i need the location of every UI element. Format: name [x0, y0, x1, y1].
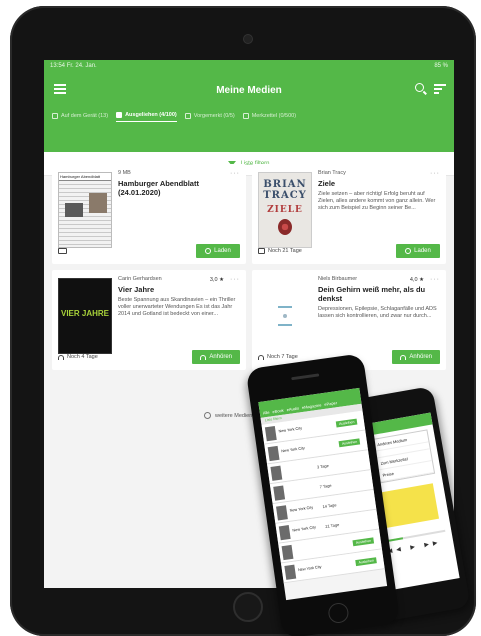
- more-options-icon[interactable]: ···: [230, 276, 240, 283]
- calendar-icon: [258, 248, 265, 254]
- phone-tab[interactable]: ePaper: [324, 400, 337, 407]
- media-grid: Hamburger Abendblatt 9 MB ··· Hamburger A…: [52, 164, 446, 370]
- more-options-icon[interactable]: ···: [430, 276, 440, 283]
- listen-button[interactable]: Anhören: [192, 350, 240, 364]
- media-description: Ziele setzen – aber richtig! Erfolg beru…: [318, 191, 436, 211]
- media-description: Depressionen, Epilepsie, Schlaganfälle u…: [318, 306, 437, 319]
- sort-icon[interactable]: [434, 84, 446, 94]
- tab-watchlist[interactable]: Merkzettel (0/500): [242, 112, 296, 122]
- media-title: Ziele: [318, 179, 336, 188]
- download-icon: [405, 248, 412, 254]
- phone-home-button[interactable]: [327, 601, 350, 625]
- camera-icon: [243, 34, 253, 44]
- tab-borrowed[interactable]: Ausgeliehen (4/100): [116, 112, 177, 122]
- media-card[interactable]: BRIAN TRACY ZIELE Brian Tracy ··· Ziele Z…: [252, 164, 446, 264]
- headphones-icon: [200, 354, 207, 360]
- clock-icon: [184, 112, 191, 119]
- rating: 4,0 ★: [409, 277, 424, 283]
- author: Carin Gerhardsen: [118, 276, 162, 282]
- bookmark-icon: [116, 112, 123, 118]
- headphones-icon: [400, 354, 407, 360]
- more-media-link[interactable]: weitere Medien hi: [204, 412, 258, 419]
- headphones-icon: [58, 354, 64, 360]
- app-header: 13:54 Fr. 24. Jan. 85 % Meine Medien Auf…: [44, 60, 454, 152]
- book-cover: BRIAN TRACY ZIELE: [258, 172, 312, 248]
- home-button[interactable]: [233, 592, 263, 622]
- load-button[interactable]: Laden: [396, 244, 440, 258]
- tab-on-device[interactable]: Auf dem Gerät (13): [52, 112, 108, 122]
- phone-tab[interactable]: eAudio: [286, 406, 299, 413]
- tab-bar: Auf dem Gerät (13) Ausgeliehen (4/100) V…: [44, 106, 454, 128]
- status-battery: 85 %: [434, 63, 448, 69]
- tab-reserved[interactable]: Vorgemerkt (0/5): [184, 112, 235, 122]
- phone-screen: Alle eBook eAudio eMagazine ePaper Liste…: [258, 387, 388, 601]
- headphones-icon: [258, 354, 264, 360]
- media-description: Beste Spannung aus Skandinavien – ein Th…: [118, 297, 236, 317]
- status-time: 13:54 Fr. 24. Jan.: [50, 63, 97, 69]
- media-title: Vier Jahre: [118, 285, 155, 294]
- file-size: 9 MB: [118, 170, 131, 176]
- media-card[interactable]: VIER JAHRE Carin Gerhardsen 3,0 ★ ··· Vier…: [52, 270, 246, 370]
- device-icon: [52, 112, 58, 119]
- author: Brian Tracy: [318, 170, 346, 176]
- audiobook-cover: [258, 278, 312, 354]
- phone-tab[interactable]: Alle: [263, 410, 270, 416]
- hamburger-menu-icon[interactable]: [54, 84, 66, 94]
- author: Niels Birbaumer: [318, 276, 358, 282]
- media-card[interactable]: Hamburger Abendblatt 9 MB ··· Hamburger A…: [52, 164, 246, 264]
- status-bar: 13:54 Fr. 24. Jan. 85 %: [44, 60, 454, 74]
- speaker-icon: [291, 373, 320, 381]
- title-bar: Meine Medien: [44, 74, 454, 106]
- media-title: Hamburger Abendblatt (24.01.2020): [118, 179, 199, 197]
- newspaper-cover: Hamburger Abendblatt: [58, 172, 112, 248]
- loan-remaining: Noch 7 Tage: [267, 354, 298, 360]
- phone-tab[interactable]: eBook: [272, 408, 284, 415]
- download-icon: [205, 248, 212, 254]
- more-options-icon[interactable]: ···: [230, 170, 240, 177]
- rating: 3,0 ★: [209, 277, 224, 283]
- open-book-icon[interactable]: [58, 248, 67, 254]
- app-scene: 13:54 Fr. 24. Jan. 85 % Meine Medien Auf…: [0, 0, 481, 636]
- more-options-icon[interactable]: ···: [430, 170, 440, 177]
- note-icon: [242, 112, 249, 119]
- search-icon[interactable]: [415, 83, 424, 92]
- loan-remaining: Noch 4 Tage: [67, 354, 98, 360]
- page-title: Meine Medien: [216, 84, 282, 96]
- audiobook-cover: VIER JAHRE: [58, 278, 112, 354]
- loan-remaining: Noch 21 Tage: [268, 248, 302, 254]
- listen-button[interactable]: Anhören: [392, 350, 440, 364]
- media-title: Dein Gehirn weiß mehr, als du denkst: [318, 285, 426, 303]
- load-button[interactable]: Laden: [196, 244, 240, 258]
- plus-circle-icon: [204, 412, 211, 419]
- context-menu: Anderes Medium Zum Merkzettel Preise: [372, 429, 436, 484]
